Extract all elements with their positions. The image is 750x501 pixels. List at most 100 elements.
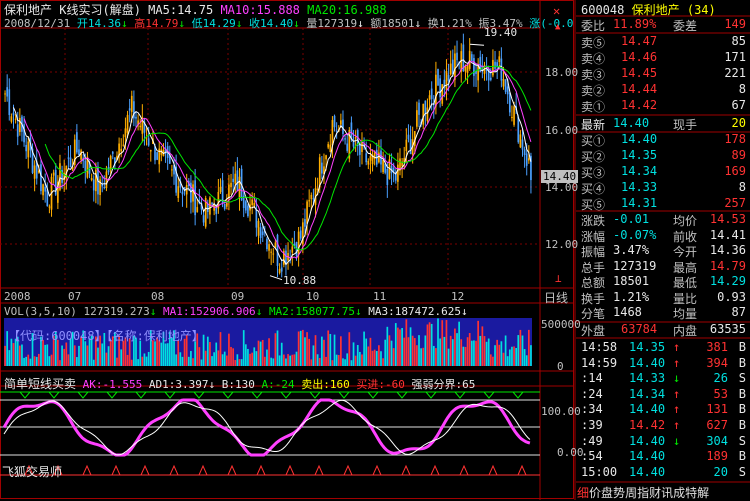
volume-bar: [380, 351, 382, 366]
candle-body: [225, 203, 228, 207]
volume-bar: [48, 356, 51, 366]
tick-row: :14 14.33 ↓ 26 S: [577, 371, 750, 387]
candle-body: [261, 231, 264, 236]
tick-time: :39: [581, 418, 603, 432]
candle-body: [407, 134, 410, 140]
volume-bar: [492, 356, 494, 366]
bottom-tab-9[interactable]: 特: [685, 486, 697, 500]
candle-body: [498, 56, 501, 63]
volume-bar: [38, 353, 40, 366]
candle-body: [441, 84, 444, 104]
volume-bar: [107, 346, 110, 366]
sell-signal-marker: [338, 391, 350, 399]
candle-body: [494, 61, 496, 69]
candle-body: [418, 102, 420, 115]
candle-body: [6, 87, 9, 97]
bottom-tab-8[interactable]: 成: [673, 486, 685, 500]
volume-bar: [405, 319, 408, 366]
volume-bar: [25, 356, 28, 366]
volume-bar: [348, 332, 351, 366]
x-tick: 2008: [4, 290, 31, 303]
volume-bar: [289, 355, 292, 366]
volume-bar: [506, 356, 509, 366]
buy-row: 买④ 14.33 8: [577, 180, 750, 196]
volume-bar: [255, 351, 258, 366]
candle-body: [333, 115, 336, 128]
candle-body: [67, 157, 70, 159]
watermark-label: 飞狐交易师: [2, 465, 63, 479]
ind-ak: AK:-1.555: [82, 378, 143, 391]
vol-value: 127319.273: [83, 305, 150, 318]
volume-bar: [221, 354, 224, 366]
info-turnover: 换1.21%: [427, 17, 472, 30]
volume-bar: [259, 341, 262, 366]
candle-body: [44, 186, 47, 192]
candle-body: [120, 148, 123, 152]
close-icon[interactable]: ✕: [553, 4, 560, 18]
candle-body: [270, 251, 273, 253]
sell-signal-marker: [48, 391, 60, 399]
volume-bar: [527, 329, 530, 366]
volume-bar: [179, 352, 182, 366]
lock-icon[interactable]: ⊥: [555, 272, 562, 285]
buy-level-label: 买⑤: [581, 198, 606, 212]
stat-label: 涨跌: [581, 214, 606, 228]
sell-signal-marker: [222, 391, 234, 399]
volume-bar: [278, 355, 281, 366]
stat-row: 振幅 3.47% 今开 14.36: [577, 243, 750, 259]
volume-bar: [249, 353, 251, 366]
candle-body: [122, 144, 125, 146]
candle-body: [424, 100, 427, 114]
bottom-tab-7[interactable]: 讯: [661, 486, 673, 500]
buy-volume: 169: [724, 164, 746, 178]
buy-level-label: 买①: [581, 134, 606, 148]
bottom-tab-3[interactable]: 势: [613, 486, 625, 500]
sell-signal-marker: [425, 391, 437, 399]
volume-bar: [160, 342, 163, 366]
candle-body: [257, 220, 260, 236]
sell-signal-marker: [19, 391, 31, 399]
ind-a: A:-24: [261, 378, 295, 391]
volume-bar: [266, 349, 268, 366]
bottom-tab-4[interactable]: 周: [625, 486, 637, 500]
volume-bar: [213, 352, 215, 366]
bottom-tab-2[interactable]: 盘: [601, 486, 613, 500]
scroll-up-icon[interactable]: ▲: [555, 22, 560, 32]
bottom-tab-6[interactable]: 财: [649, 486, 661, 500]
tick-side: S: [738, 464, 746, 479]
buy-signal-marker: [401, 464, 411, 476]
sell-price: 14.45: [621, 66, 658, 80]
volume-bar: [181, 356, 184, 366]
tick-time: 14:58: [581, 340, 618, 354]
candle-body: [236, 170, 239, 191]
volume-bar: [451, 339, 454, 366]
volume-bar: [367, 346, 370, 366]
bottom-tab-10[interactable]: 解: [697, 486, 709, 500]
volume-bar: [365, 338, 368, 366]
buy-price: 14.31: [621, 196, 658, 210]
waipan-value: 63784: [621, 322, 658, 336]
latest-value: 14.40: [613, 116, 650, 130]
tick-time: :24: [581, 386, 603, 401]
volume-bar: [306, 332, 308, 366]
volume-bar: [388, 335, 391, 366]
x-tick: 12: [451, 290, 465, 303]
last-price-tag: 14.40: [541, 170, 579, 183]
bottom-tab-5[interactable]: 指: [637, 486, 649, 500]
stat-label: 换手: [581, 291, 606, 306]
tick-arrow: ↑: [673, 418, 681, 432]
stat-label: 振幅: [581, 245, 606, 259]
buy-signal-marker: [343, 464, 353, 476]
candle-body: [468, 50, 471, 69]
candle-body: [511, 116, 513, 118]
buy-signal-marker: [372, 464, 382, 476]
candle-body: [384, 163, 387, 173]
bottom-tab-1[interactable]: 价: [589, 486, 601, 500]
volume-bar: [475, 340, 477, 366]
period-label[interactable]: 日线: [544, 289, 568, 306]
bottom-tab-0[interactable]: 细: [577, 486, 589, 500]
volume-bar: [327, 330, 330, 366]
tick-price: 14.40: [629, 464, 666, 479]
stat-row: 涨跌 -0.01 均价 14.53: [577, 212, 750, 228]
stat-value: -0.07%: [613, 227, 657, 242]
